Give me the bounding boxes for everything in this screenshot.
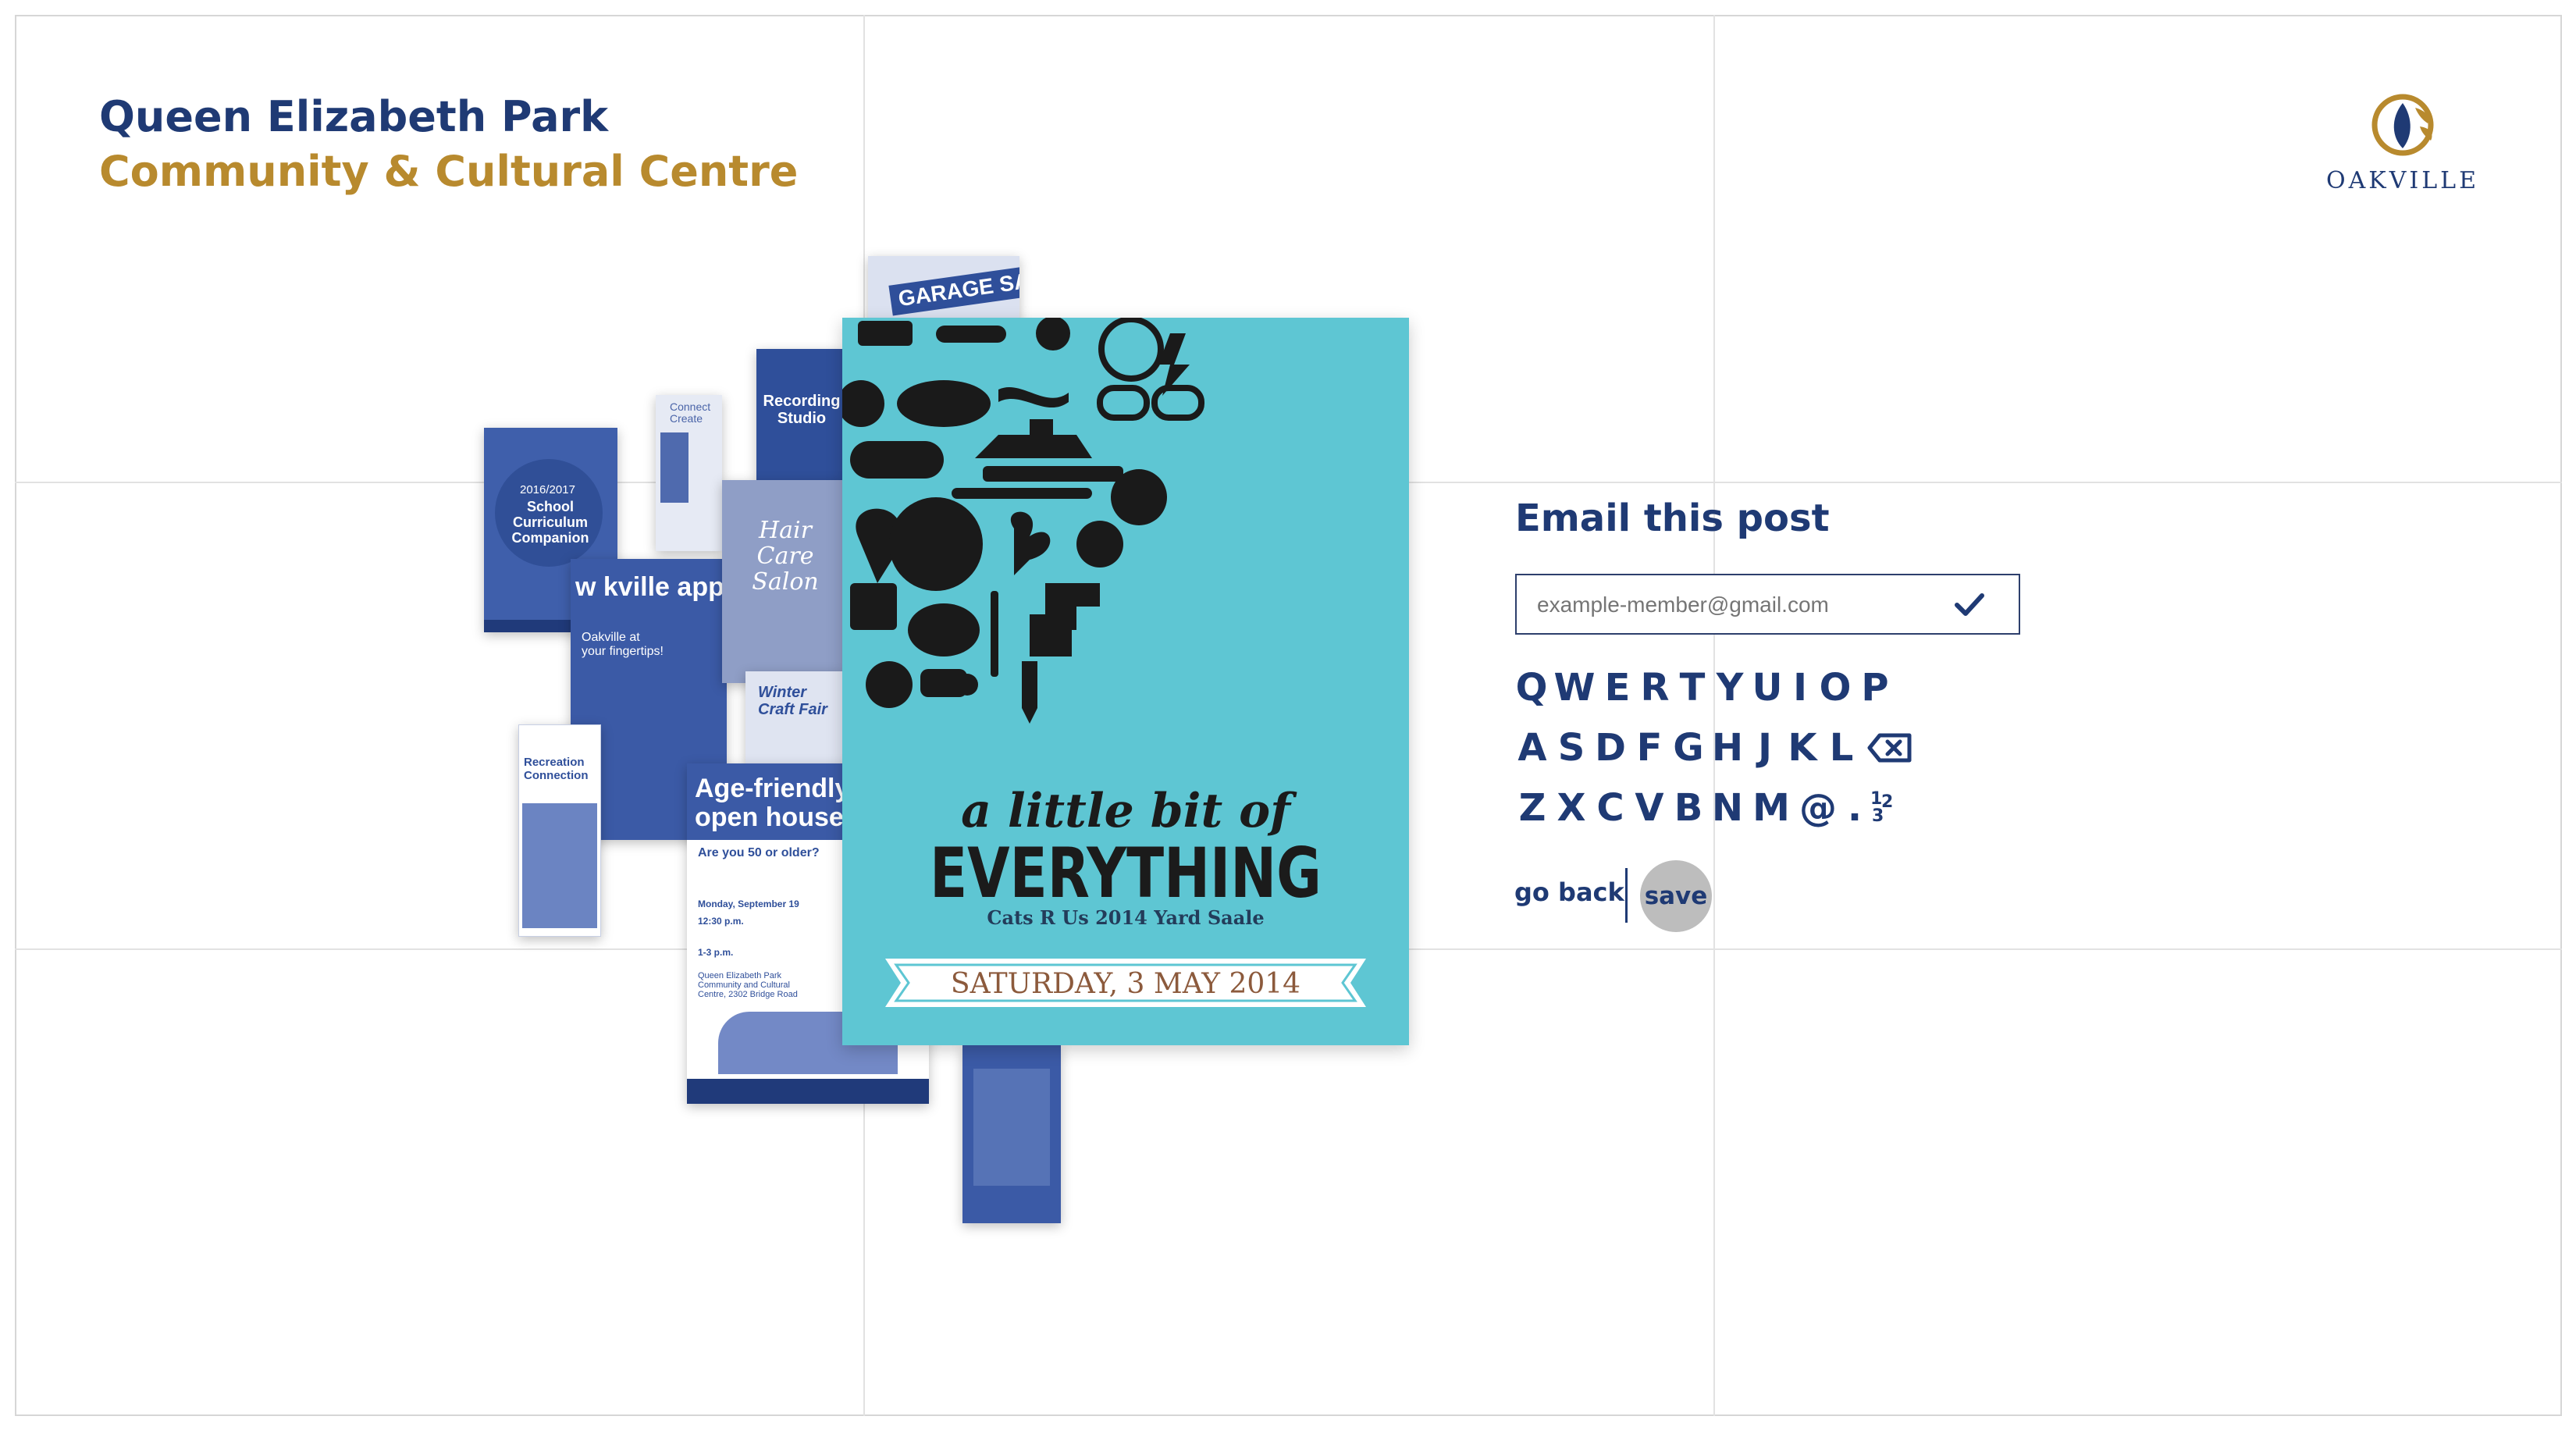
key-c[interactable]: C	[1591, 786, 1630, 830]
key-n[interactable]: N	[1708, 786, 1747, 830]
numbers-key[interactable]: 1 2 3	[1869, 789, 1903, 827]
keyboard-row-2: A S D F G H J K L	[1513, 721, 1912, 775]
key-y[interactable]: Y	[1711, 666, 1749, 710]
key-at[interactable]: @	[1795, 786, 1841, 830]
featured-post[interactable]: a little bit of EVERYTHING Cats R Us 201…	[842, 318, 1409, 1045]
email-input[interactable]	[1535, 575, 1944, 635]
age-friendly-venue: Queen Elizabeth Park Community and Cultu…	[698, 971, 798, 1000]
key-h[interactable]: H	[1708, 726, 1747, 770]
key-d[interactable]: D	[1591, 726, 1630, 770]
poster-connect-create[interactable]: Connect Create	[656, 395, 722, 551]
action-divider	[1625, 868, 1628, 923]
poster-garage-sale[interactable]: GARAGE SALE	[868, 256, 1019, 326]
poster-winter-craft-fair[interactable]: Winter Craft Fair	[745, 671, 844, 765]
numbers-key-3: 3	[1872, 806, 1884, 826]
oakville-app-headline: w kville app	[575, 572, 724, 602]
poster-heritage-building[interactable]	[962, 1045, 1061, 1223]
age-friendly-date: Monday, September 19	[698, 898, 799, 909]
key-l[interactable]: L	[1822, 726, 1861, 770]
key-period[interactable]: .	[1841, 786, 1869, 830]
go-back-button[interactable]: go back	[1514, 877, 1624, 907]
age-friendly-time1: 12:30 p.m.	[698, 916, 744, 927]
save-button[interactable]: save	[1640, 860, 1712, 932]
curriculum-year: 2016/2017	[520, 483, 575, 496]
key-a[interactable]: A	[1513, 726, 1552, 770]
key-x[interactable]: X	[1552, 786, 1591, 830]
poster-footer	[687, 1079, 929, 1104]
age-friendly-question: Are you 50 or older?	[698, 846, 820, 859]
key-t[interactable]: T	[1674, 666, 1711, 710]
key-z[interactable]: Z	[1513, 786, 1552, 830]
key-o[interactable]: O	[1814, 666, 1856, 710]
heritage-building-photo	[973, 1069, 1050, 1186]
connect-create-photo	[660, 432, 688, 503]
key-s[interactable]: S	[1552, 726, 1591, 770]
feature-line1: a little bit of	[961, 784, 1290, 838]
key-q[interactable]: Q	[1513, 666, 1550, 710]
garage-sale-label: GARAGE SALE	[888, 261, 1019, 316]
page-title: Queen Elizabeth Park	[99, 92, 609, 141]
oakville-app-subtitle: Oakville at your fingertips!	[582, 631, 664, 658]
key-r[interactable]: R	[1636, 666, 1674, 710]
poster-hair-care-salon[interactable]: Hair Care Salon	[722, 480, 844, 683]
age-friendly-headline: Age-friendly open house	[695, 774, 850, 833]
key-b[interactable]: B	[1669, 786, 1708, 830]
key-i[interactable]: I	[1786, 666, 1814, 710]
email-heading: Email this post	[1515, 496, 1830, 540]
key-p[interactable]: P	[1856, 666, 1894, 710]
feature-subtitle: Cats R Us 2014 Yard Saale	[987, 906, 1265, 929]
grid-line-v2	[1713, 15, 1715, 1416]
hair-salon-label: Hair Care Salon	[752, 517, 819, 596]
recreation-label: Recreation Connection	[524, 756, 589, 782]
key-u[interactable]: U	[1749, 666, 1786, 710]
page-subtitle: Community & Cultural Centre	[99, 147, 799, 196]
key-j[interactable]: J	[1747, 726, 1783, 770]
keyboard-row-3: Z X C V B N M @ . 1 2 3	[1513, 781, 1903, 835]
date-banner-text: SATURDAY, 3 MAY 2014	[950, 968, 1301, 1000]
keyboard-row-1: Q W E R T Y U I O P	[1513, 660, 1894, 715]
key-k[interactable]: K	[1783, 726, 1822, 770]
email-field[interactable]	[1515, 574, 2020, 635]
key-e[interactable]: E	[1599, 666, 1636, 710]
key-v[interactable]: V	[1630, 786, 1669, 830]
recording-studio-label: Recording Studio	[763, 393, 841, 427]
feature-icons-graphic	[842, 318, 1204, 724]
craft-fair-label: Winter Craft Fair	[758, 684, 827, 718]
poster-recording-studio[interactable]: Recording Studio	[756, 349, 844, 480]
recreation-photo	[522, 803, 597, 928]
key-m[interactable]: M	[1747, 786, 1795, 830]
age-friendly-time2: 1-3 p.m.	[698, 947, 734, 958]
oakville-logo: OAKVILLE	[2325, 92, 2481, 201]
key-g[interactable]: G	[1669, 726, 1708, 770]
backspace-icon[interactable]	[1867, 732, 1912, 763]
curriculum-title: School Curriculum Companion	[511, 499, 589, 546]
oakville-logo-text: OAKVILLE	[2326, 167, 2479, 194]
poster-recreation-connection[interactable]: Recreation Connection	[518, 724, 601, 937]
key-f[interactable]: F	[1630, 726, 1669, 770]
feature-line2: EVERYTHING	[930, 833, 1322, 913]
check-icon[interactable]	[1954, 591, 1985, 619]
oakville-leaf-icon	[2371, 94, 2434, 156]
connect-create-label: Connect Create	[670, 400, 711, 425]
key-w[interactable]: W	[1550, 666, 1599, 710]
